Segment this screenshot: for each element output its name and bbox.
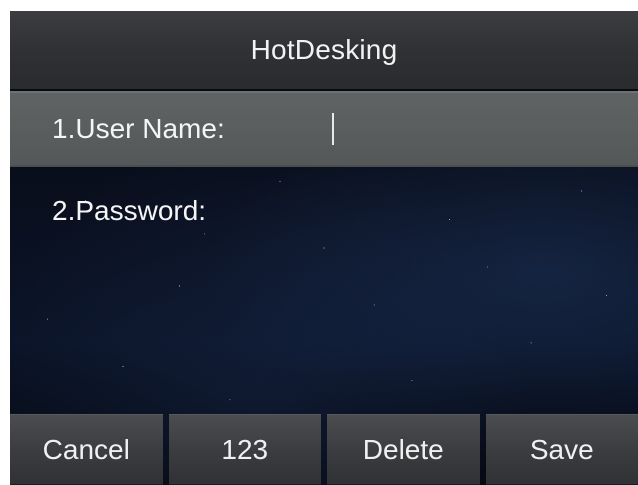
delete-softkey[interactable]: Delete (327, 414, 480, 485)
field-row-username[interactable]: 1.User Name: (10, 91, 638, 167)
username-label: 1.User Name: (52, 113, 225, 144)
password-label: 2.Password: (52, 195, 207, 226)
save-softkey[interactable]: Save (485, 414, 638, 485)
phone-screen: HotDesking 1.User Name: 2.Password: Canc… (10, 11, 638, 485)
password-input[interactable] (332, 191, 592, 231)
cancel-softkey[interactable]: Cancel (10, 414, 163, 485)
caret-icon (332, 113, 334, 145)
title-bar: HotDesking (10, 11, 638, 89)
screen-title: HotDesking (250, 34, 398, 65)
softkey-bar: Cancel 123 Delete Save (10, 414, 638, 485)
username-input[interactable] (332, 109, 592, 149)
field-row-password[interactable]: 2.Password: (10, 175, 638, 247)
input-mode-softkey[interactable]: 123 (168, 414, 321, 485)
